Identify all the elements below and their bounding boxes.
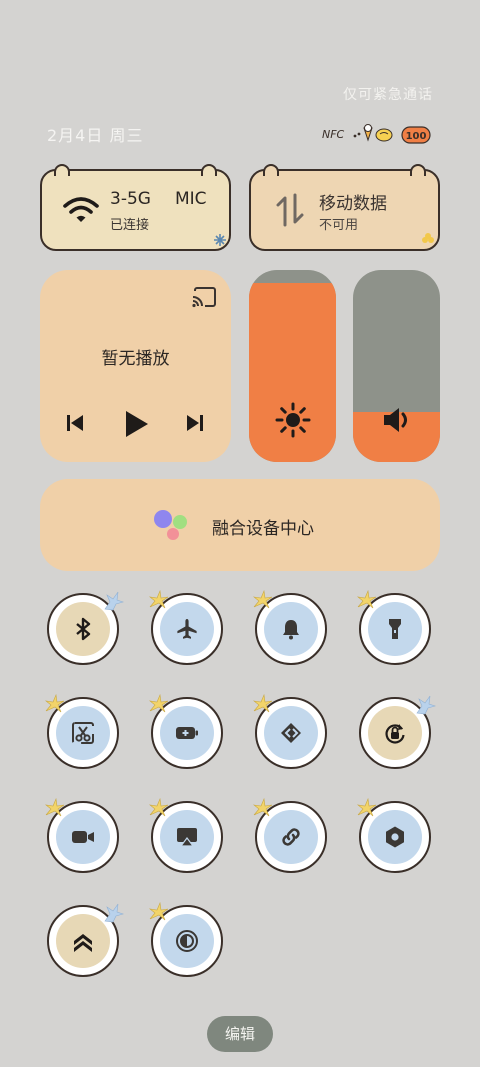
screen-record-toggle[interactable] bbox=[44, 797, 119, 873]
sparkle-decoration-icon bbox=[355, 589, 379, 611]
previous-track-icon[interactable] bbox=[65, 413, 85, 433]
status-bar-icons: NFC 100 bbox=[322, 124, 432, 144]
flashlight-icon bbox=[389, 619, 401, 639]
tile-ear bbox=[410, 164, 426, 176]
tile-ear bbox=[201, 164, 217, 176]
cast-icon[interactable] bbox=[191, 286, 217, 308]
mobile-data-label: 移动数据 bbox=[319, 194, 387, 214]
battery-level: 100 bbox=[406, 131, 427, 142]
date-label: 2月4日 周三 bbox=[47, 126, 144, 145]
next-track-icon[interactable] bbox=[185, 413, 205, 433]
airplane-icon bbox=[177, 619, 197, 639]
device-center-label: 融合设备中心 bbox=[212, 519, 314, 539]
link-icon bbox=[282, 828, 300, 846]
volume-slider[interactable] bbox=[353, 270, 440, 462]
screen-mirror-toggle[interactable] bbox=[148, 797, 223, 873]
cast-toggle[interactable] bbox=[252, 693, 327, 769]
video-camera-icon bbox=[72, 831, 94, 843]
tile-ear bbox=[263, 164, 279, 176]
hexagon-gear-icon bbox=[386, 826, 404, 848]
airplane-toggle[interactable] bbox=[148, 589, 223, 665]
tile-ear bbox=[54, 164, 70, 176]
dark-mode-toggle[interactable] bbox=[148, 901, 223, 977]
battery-saver-toggle[interactable] bbox=[148, 693, 223, 769]
sparkle-decoration-icon bbox=[101, 901, 125, 923]
brightness-slider[interactable] bbox=[249, 270, 336, 462]
performance-toggle[interactable] bbox=[47, 903, 125, 977]
media-title: 暂无播放 bbox=[101, 349, 170, 369]
wifi-tile[interactable]: 3-5G MIC 已连接 bbox=[40, 164, 231, 251]
rotation-lock-icon bbox=[385, 724, 405, 744]
mobile-data-status: 不可用 bbox=[319, 218, 359, 233]
sparkle-decoration-icon bbox=[355, 797, 379, 819]
link-toggle[interactable] bbox=[252, 797, 327, 873]
wifi-status: 已连接 bbox=[110, 218, 150, 233]
sparkle-decoration-icon bbox=[147, 693, 171, 715]
sparkle-decoration-icon bbox=[251, 797, 275, 819]
sun-icon bbox=[275, 402, 311, 438]
screenshot-toggle[interactable] bbox=[44, 693, 119, 769]
battery-plus-icon bbox=[176, 727, 198, 739]
sparkle-decoration-icon bbox=[43, 693, 67, 715]
edit-button[interactable]: 编辑 bbox=[207, 1016, 273, 1052]
bell-icon bbox=[283, 620, 299, 640]
sparkle-decoration-icon bbox=[251, 589, 275, 611]
sparkle-decoration-icon bbox=[147, 797, 171, 819]
snowflake-icon bbox=[214, 234, 226, 246]
media-player-card[interactable]: 暂无播放 bbox=[40, 270, 231, 462]
speaker-icon bbox=[384, 408, 407, 432]
cast-arrows-icon bbox=[281, 723, 301, 743]
device-center-card[interactable]: 融合设备中心 bbox=[40, 479, 440, 571]
wifi-icon bbox=[63, 197, 99, 222]
sparkle-decoration-icon bbox=[251, 693, 275, 715]
device-center-icon bbox=[154, 510, 187, 540]
contrast-icon bbox=[176, 930, 198, 952]
data-arrows-icon bbox=[276, 193, 304, 227]
sparkle-decoration-icon bbox=[413, 693, 437, 715]
sparkle-decoration-icon bbox=[43, 797, 67, 819]
sparkle-decoration-icon bbox=[147, 901, 171, 923]
ringer-toggle[interactable] bbox=[252, 589, 327, 665]
flashlight-toggle[interactable] bbox=[356, 589, 431, 665]
settings-toggle[interactable] bbox=[356, 797, 431, 873]
bluetooth-toggle[interactable] bbox=[47, 591, 125, 665]
scissors-icon bbox=[72, 722, 94, 744]
emergency-calls-only-text: 仅可紧急通话 bbox=[343, 87, 433, 103]
airplay-icon bbox=[177, 828, 197, 847]
bluetooth-icon bbox=[76, 617, 91, 641]
mobile-data-tile[interactable]: 移动数据 不可用 bbox=[249, 164, 440, 251]
sparkle-decoration-icon bbox=[101, 589, 125, 611]
clover-icon bbox=[422, 233, 434, 243]
play-icon[interactable] bbox=[122, 409, 150, 439]
nfc-icon: NFC bbox=[322, 128, 345, 141]
rotation-lock-toggle[interactable] bbox=[359, 695, 437, 769]
double-chevron-up-icon bbox=[74, 934, 92, 952]
sparkle-decoration-icon bbox=[147, 589, 171, 611]
wifi-network-name: 3-5G MIC bbox=[110, 189, 207, 209]
